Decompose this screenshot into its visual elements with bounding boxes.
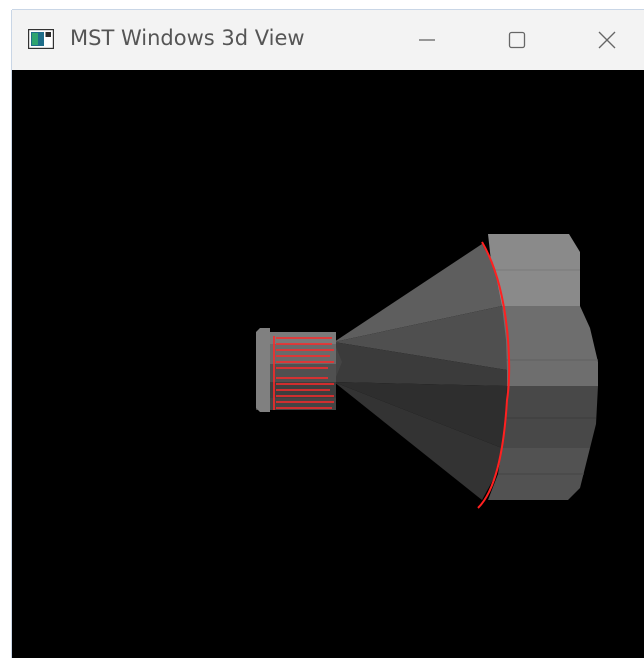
- app-icon: [28, 29, 54, 49]
- minimize-button[interactable]: [382, 10, 472, 70]
- 3d-viewport[interactable]: [12, 70, 644, 658]
- title-bar[interactable]: MST Windows 3d View: [12, 10, 644, 70]
- maximize-button[interactable]: [472, 10, 562, 70]
- 3d-model: [256, 234, 598, 509]
- window-title: MST Windows 3d View: [70, 26, 305, 50]
- minimize-icon: [419, 39, 435, 41]
- shaft-body: [256, 328, 336, 412]
- maximize-icon: [508, 31, 526, 49]
- close-icon: [598, 31, 616, 49]
- app-window: MST Windows 3d View: [12, 10, 644, 658]
- close-button[interactable]: [562, 10, 644, 70]
- cone-body: [334, 244, 507, 500]
